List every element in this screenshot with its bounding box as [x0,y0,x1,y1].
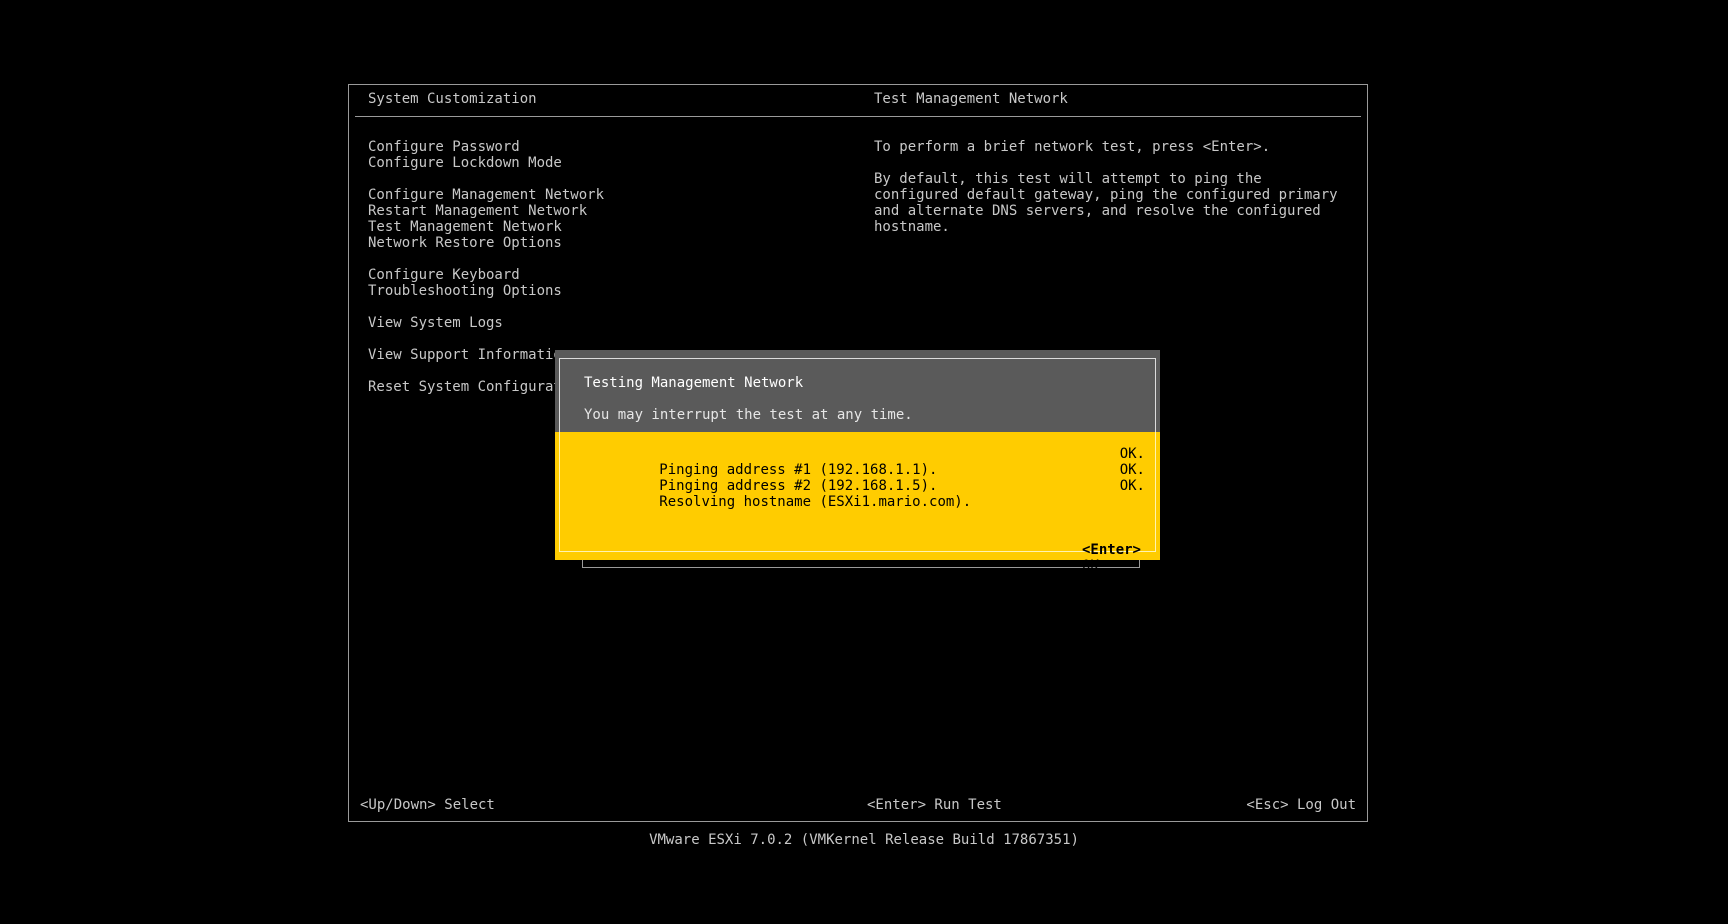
dialog-subtitle: You may interrupt the test at any time. [584,407,913,423]
result-text: Resolving hostname (ESXi1.mario.com). [659,494,972,510]
dialog-title: Testing Management Network [584,375,804,391]
menu-item-configure-password[interactable]: Configure Password [368,139,808,155]
menu-item-view-system-logs[interactable]: View System Logs [368,315,808,331]
result-row: Pinging address #1 (192.168.1.1). OK. [575,446,1145,478]
ok-key-hint: <Enter> [1081,542,1141,558]
menu-item-restart-management-network[interactable]: Restart Management Network [368,203,808,219]
header-divider [355,116,1361,117]
ok-button[interactable]: <Enter> OK [1015,526,1141,590]
help-panel: To perform a brief network test, press <… [874,139,1354,251]
result-row: Resolving hostname (ESXi1.mario.com). OK… [575,478,1145,510]
hint-log-out: <Esc> Log Out [1246,797,1356,813]
key-hints: <Up/Down> Select <Enter> Run Test <Esc> … [360,797,1356,813]
menu-item-configure-lockdown-mode[interactable]: Configure Lockdown Mode [368,155,808,171]
menu-item-configure-management-network[interactable]: Configure Management Network [368,187,808,203]
build-info: VMware ESXi 7.0.2 (VMKernel Release Buil… [649,832,1079,848]
result-row: Pinging address #2 (192.168.1.5). OK. [575,462,1145,494]
menu-item-network-restore-options[interactable]: Network Restore Options [368,235,808,251]
test-results: Pinging address #1 (192.168.1.1). OK. Pi… [575,446,1145,510]
result-status: OK. [1119,462,1145,478]
menu-item-configure-keyboard[interactable]: Configure Keyboard [368,267,808,283]
dialog-header: Testing Management Network You may inter… [559,358,1156,440]
help-text-description: By default, this test will attempt to pi… [874,171,1347,235]
panel-title-right: Test Management Network [874,91,1068,107]
dialog-body: Pinging address #1 (192.168.1.1). OK. Pi… [555,432,1160,574]
help-text-instruction: To perform a brief network test, press <… [874,139,1271,155]
menu-item-test-management-network[interactable]: Test Management Network [368,219,808,235]
ok-label: OK [1081,558,1099,574]
result-status: OK. [1119,446,1145,462]
result-status: OK. [1119,478,1145,494]
hint-select: <Up/Down> Select [360,797,495,813]
hint-run-test: <Enter> Run Test [867,797,1002,813]
test-network-dialog: Testing Management Network You may inter… [555,350,1160,574]
dialog-body-border: Pinging address #1 (192.168.1.1). OK. Pi… [559,432,1156,574]
panel-title-left: System Customization [368,91,537,107]
menu-item-troubleshooting-options[interactable]: Troubleshooting Options [368,283,808,299]
